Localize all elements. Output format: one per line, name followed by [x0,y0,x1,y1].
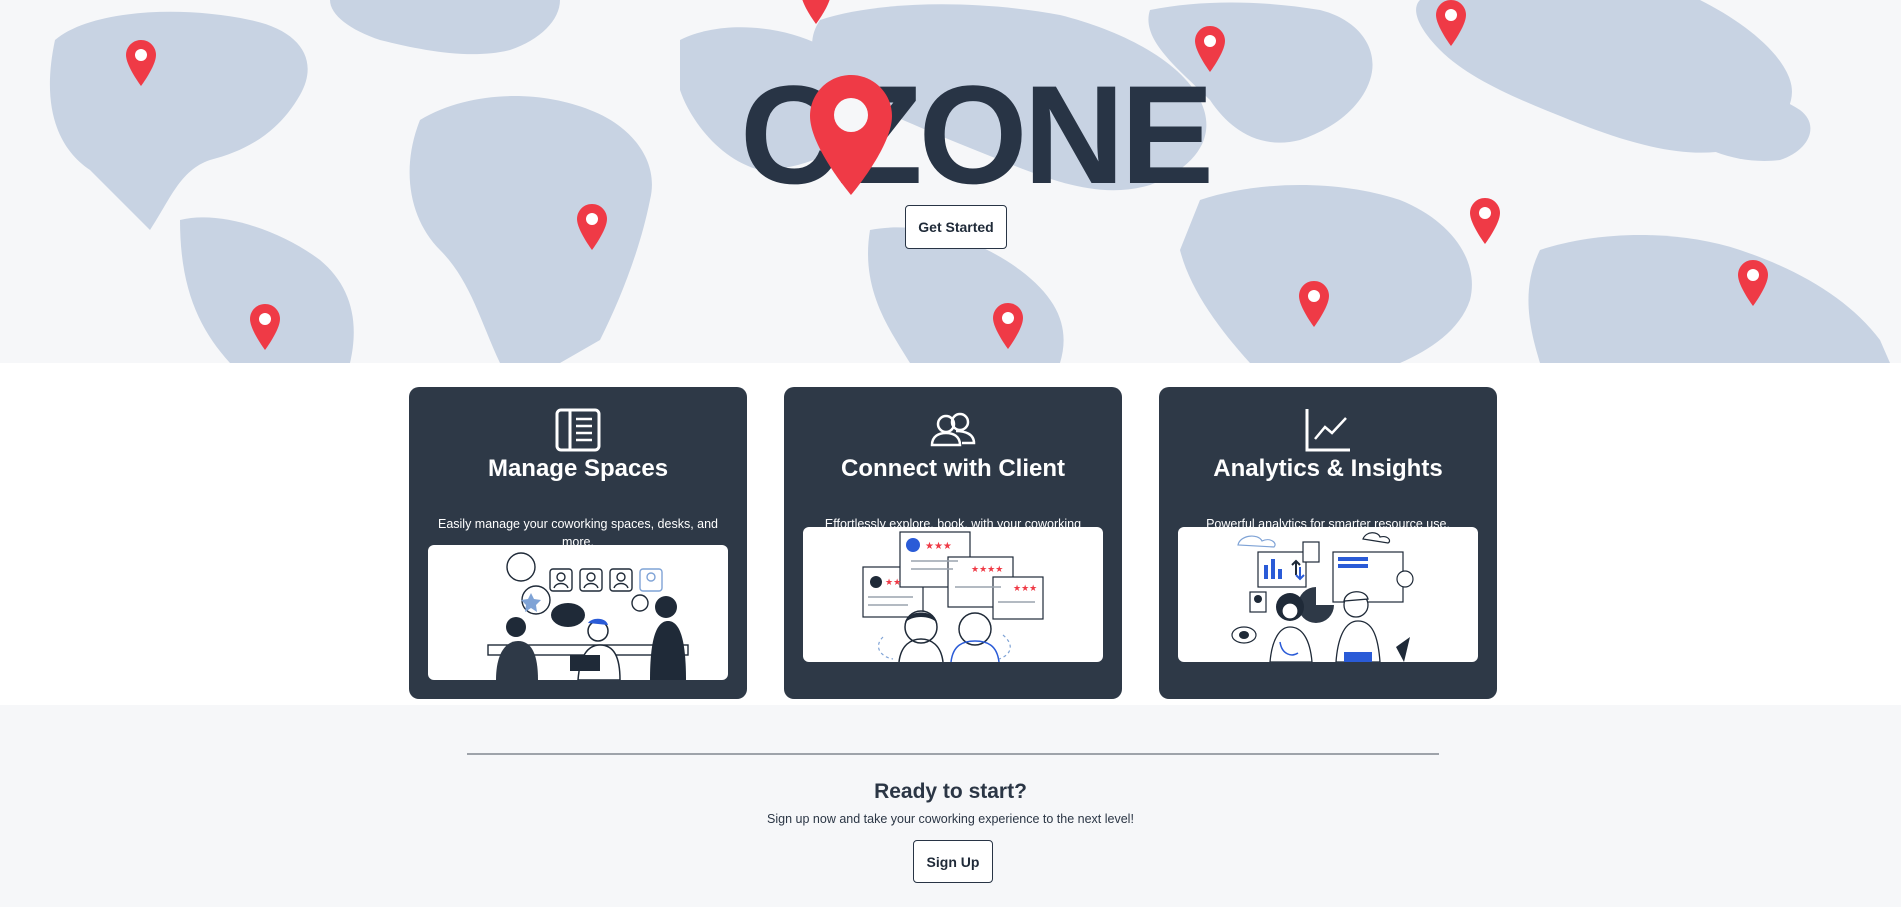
feature-card-analytics: Analytics & Insights Powerful analytics … [1159,387,1497,699]
users-icon [930,412,976,447]
map-pin-icon [993,303,1023,349]
map-pin-icon [1470,198,1500,244]
get-started-button[interactable]: Get Started [905,205,1007,249]
map-pin-icon [577,204,607,250]
signup-cta-section: Ready to start? Sign up now and take you… [0,705,1901,907]
manage-spaces-illustration [428,545,728,680]
connect-client-illustration: ★★★ ★★ ★★★★ ★★★ [803,527,1103,662]
map-pin-icon [1738,260,1768,306]
svg-text:★★: ★★ [885,578,901,588]
section-divider [467,753,1439,755]
sign-up-button[interactable]: Sign Up [913,840,993,883]
analytics-illustration [1178,527,1478,662]
map-pin-icon [1436,0,1466,46]
svg-text:★★★: ★★★ [925,541,952,552]
logo-pin-icon [810,75,892,195]
map-pin-icon [802,0,830,24]
features-section: Manage Spaces Easily manage your coworki… [0,363,1901,705]
svg-text:★★★: ★★★ [1013,584,1037,594]
line-chart-icon [1305,409,1350,452]
feature-card-manage-spaces: Manage Spaces Easily manage your coworki… [409,387,747,699]
svg-text:★★★★: ★★★★ [971,565,1003,575]
card-title: Analytics & Insights [1213,455,1443,482]
cta-heading: Ready to start? [874,780,1027,803]
brand-logo: CZONE [740,65,1240,205]
cta-text: Sign up now and take your coworking expe… [767,812,1134,826]
map-pin-icon [126,40,156,86]
hero-banner: CZONE Get Started [0,0,1901,363]
card-title: Manage Spaces [487,455,669,482]
card-title: Connect with Client [841,455,1065,482]
map-pin-icon [1299,281,1329,327]
feature-card-connect-client: Connect with Client Effortlessly explore… [784,387,1122,699]
book-icon [555,408,601,452]
map-pin-icon [250,304,280,350]
